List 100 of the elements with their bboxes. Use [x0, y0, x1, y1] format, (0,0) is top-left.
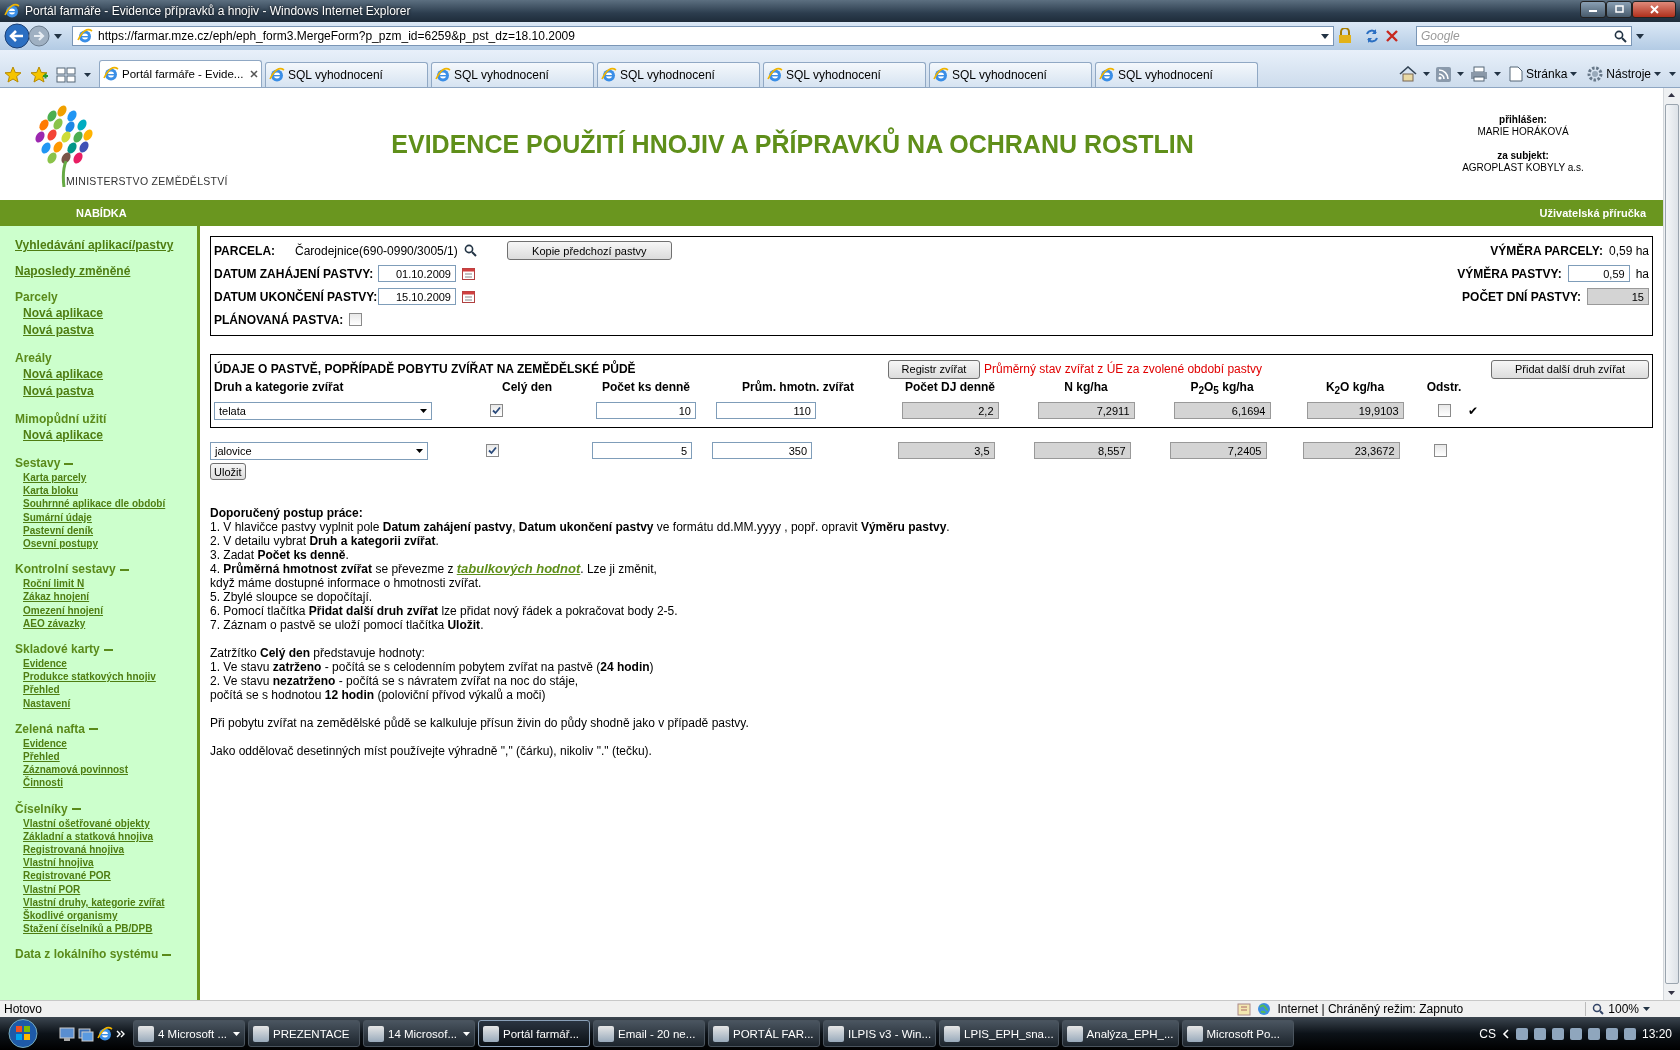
area-field[interactable]: 0,59: [1567, 265, 1630, 282]
sidebar-link[interactable]: Vlastní druhy, kategorie zvířat: [23, 895, 197, 910]
sidebar-link[interactable]: Produkce statkových hnojiv: [23, 670, 197, 684]
browser-tab[interactable]: SQL vyhodnocení: [431, 62, 594, 87]
taskbar-button[interactable]: PREZENTACE: [248, 1020, 360, 1047]
sidebar-link[interactable]: Záznamová povinnost: [23, 763, 197, 777]
help-line: počítá se s hodnotou 12 hodin (poloviční přívod výkalů a moči): [210, 688, 547, 702]
sidebar-link[interactable]: Přehled: [23, 683, 197, 697]
help-line: když máme dostupné informace o hmotnosti zvířat.: [210, 576, 483, 590]
sidebar-link[interactable]: Evidence: [23, 736, 197, 751]
category-select[interactable]: telata: [214, 401, 432, 420]
sidebar-link[interactable]: Pastevní deník: [23, 523, 197, 537]
dj-field: 2,2: [901, 402, 999, 419]
browser-tab[interactable]: SQL vyhodnocení: [1095, 62, 1258, 87]
browser-tab[interactable]: SQL vyhodnocení: [597, 62, 760, 87]
taskbar-button[interactable]: LPIS_EPH_sna...: [939, 1020, 1059, 1047]
section-heading: Skladové karty: [15, 642, 100, 657]
weight-field[interactable]: 350: [712, 442, 812, 459]
sidebar-link[interactable]: Škodlivé organismy: [23, 909, 197, 923]
sidebar-link[interactable]: Roční limit N: [23, 577, 197, 591]
add-animal-button[interactable]: Přidat další druh zvířat: [1491, 359, 1649, 379]
tools-menu[interactable]: Nástroje: [1585, 66, 1663, 82]
table-values-link[interactable]: tabulkových hodnot: [456, 561, 581, 576]
help-line: 2. V detailu vybrat Druh a kategorii zvířat.: [210, 534, 440, 548]
sidebar-link[interactable]: Nová pastva: [23, 322, 197, 339]
browser-tab[interactable]: SQL vyhodnocení: [265, 62, 428, 87]
save-button[interactable]: Uložit: [210, 463, 246, 480]
taskbar-button[interactable]: 4 Microsoft ...: [133, 1020, 245, 1047]
taskbar-button[interactable]: Analýza_EPH_...: [1061, 1020, 1179, 1047]
sidebar-link[interactable]: Činnosti: [23, 776, 197, 790]
search-field[interactable]: Google: [1416, 26, 1632, 46]
taskbar-button[interactable]: Email - 20 ne...: [593, 1020, 705, 1047]
logged-in-label: přihlášen:: [1498, 114, 1547, 126]
sidebar-link[interactable]: Stažení číselníků a PB/DPB: [23, 922, 197, 936]
nitrogen-field: 7,2911: [1037, 402, 1135, 419]
sidebar-link[interactable]: Sumární údaje: [23, 510, 197, 524]
copy-button[interactable]: Kopie předchozí pastvy: [506, 241, 672, 260]
page-menu[interactable]: Stránka: [1506, 66, 1580, 82]
date-field[interactable]: 01.10.2009: [378, 265, 456, 282]
browser-tab[interactable]: SQL vyhodnocení: [763, 62, 926, 87]
weight-field[interactable]: 110: [716, 402, 816, 419]
category-select[interactable]: jalovice: [210, 441, 428, 460]
manual-link[interactable]: Uživatelská příručka: [1539, 207, 1646, 219]
logo-text: MINISTERSTVO ZEMĚDĚLSTVÍ: [66, 175, 229, 187]
section-heading: Mimopůdní užití: [15, 412, 107, 426]
count-field[interactable]: 10: [596, 402, 696, 419]
taskbar-button[interactable]: Portál farmář...: [478, 1020, 590, 1047]
field-label: PARCELA:: [214, 243, 277, 258]
sidebar-link[interactable]: Omezení hnojení: [23, 603, 197, 617]
taskbar-button[interactable]: 14 Microsof...: [363, 1020, 475, 1047]
sidebar-link[interactable]: Vlastní ošetřované objekty: [23, 816, 197, 830]
sidebar-link[interactable]: Karta bloku: [23, 484, 197, 498]
browser-tab[interactable]: Portál farmáře - Evide...: [99, 60, 262, 87]
sidebar-link[interactable]: Základní a statková hnojiva: [23, 829, 197, 844]
browser-tab[interactable]: SQL vyhodnocení: [929, 62, 1092, 87]
sidebar-link[interactable]: Vyhledávání aplikací/pastvy: [15, 238, 197, 252]
sidebar-link[interactable]: Nastavení: [23, 696, 197, 710]
sidebar-link[interactable]: Registrovaná hnojiva: [23, 843, 197, 857]
help-line: 2. Ve stavu nezatrženo - počítá se s návratem zvířat na noc do stáje,: [210, 674, 580, 688]
nitrogen-field: 8,557: [1033, 442, 1131, 459]
language-indicator[interactable]: CS: [1479, 1026, 1496, 1041]
taskbar-button[interactable]: Microsoft Po...: [1181, 1020, 1294, 1047]
window-title: Portál farmáře - Evidence přípravků a hnojiv - Windows Internet Explorer: [25, 4, 412, 18]
help-line: Při pobytu zvířat na zemědělské půdě se kalkuluje přísun živin do půdy shodně jako v případě pastvy.: [210, 716, 750, 730]
saved-mark: ✔: [1468, 403, 1478, 418]
count-field[interactable]: 5: [592, 442, 692, 459]
section-heading: Parcely: [15, 290, 58, 304]
help-line: 3. Zadat Počet ks denně.: [210, 548, 350, 562]
taskbar-button[interactable]: PORTÁL FAR...: [708, 1020, 820, 1047]
section-title: ÚDAJE O PASTVĚ, POPŘÍPADĚ POBYTU ZVÍŘAT NA ZEMĚDĚLSKÉ PŮDĚ: [214, 362, 637, 376]
potassium-field: 23,3672: [1302, 442, 1400, 459]
page-title: EVIDENCE POUŽITÍ HNOJIV A PŘÍPRAVKŮ NA OCHRANU ROSTLIN: [390, 129, 1195, 159]
phosphorus-field: 7,2405: [1169, 442, 1267, 459]
sidebar-link[interactable]: Nová aplikace: [23, 305, 197, 322]
sidebar-link[interactable]: Osevní postupy: [23, 537, 197, 551]
address-field[interactable]: https://farmar.mze.cz/eph/eph_form3.MergeForm?p_pzm_id=6259&p_pst_dz=18.10.2009: [72, 26, 1334, 46]
sidebar-link[interactable]: Přehled: [23, 750, 197, 764]
sidebar-link[interactable]: Zákaz hnojení: [23, 590, 197, 604]
registry-button[interactable]: Registr zvířat: [888, 359, 980, 379]
help-line: 4. Průměrná hmotnost zvířat se převezme z tabulkových hodnot. Lze ji změnit,: [210, 562, 658, 576]
sidebar-link[interactable]: Nová aplikace: [23, 427, 197, 444]
taskbar-button[interactable]: ILPIS v3 - Win...: [823, 1020, 937, 1047]
sidebar-link[interactable]: Vlastní POR: [23, 882, 197, 896]
sidebar-link[interactable]: Nová aplikace: [23, 366, 197, 383]
clock[interactable]: 13:20: [1641, 1026, 1672, 1041]
sidebar-link[interactable]: Nová pastva: [23, 383, 197, 400]
field-label: PLÁNOVANÁ PASTVA:: [214, 312, 344, 327]
sidebar-link[interactable]: Vlastní hnojiva: [23, 856, 197, 870]
sidebar-link[interactable]: Registrované POR: [23, 869, 197, 883]
phosphorus-field: 6,1694: [1173, 402, 1271, 419]
sidebar-link[interactable]: Souhrnné aplikace dle období: [23, 497, 197, 511]
sidebar-link[interactable]: Naposledy změněné: [15, 264, 197, 278]
section-heading: Číselníky: [15, 801, 68, 816]
zoom-level[interactable]: 100%: [1608, 1002, 1639, 1016]
sidebar-link[interactable]: Evidence: [23, 657, 197, 671]
date-field[interactable]: 15.10.2009: [378, 288, 456, 305]
sidebar-link[interactable]: Karta parcely: [23, 471, 197, 485]
sidebar-link[interactable]: AEO závazky: [23, 616, 197, 631]
column-header: Druh a kategorie zvířat: [214, 380, 345, 396]
column-header: N kg/ha: [1063, 380, 1109, 396]
